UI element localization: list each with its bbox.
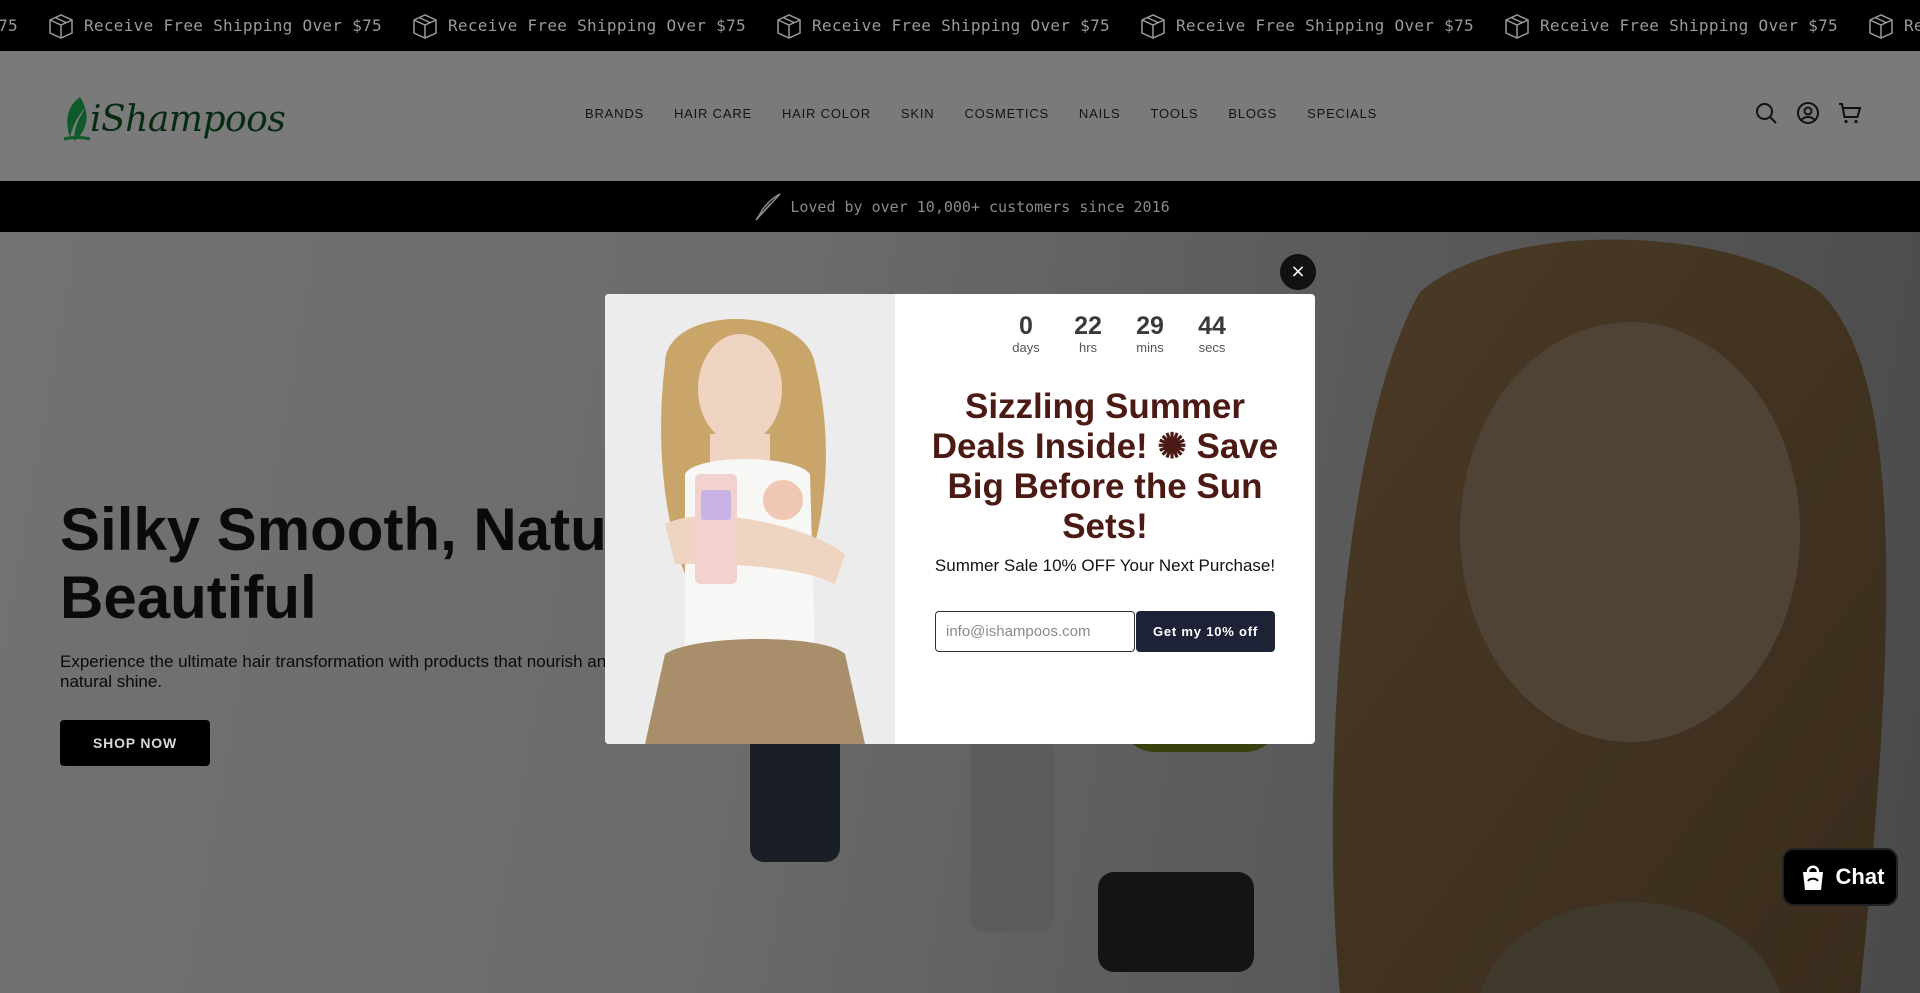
search-icon[interactable]	[1754, 101, 1778, 125]
countdown-hours-value: 22	[1074, 312, 1102, 340]
cart-icon[interactable]	[1838, 101, 1862, 125]
announcement-item: Receive Free Shipping Over $75	[1866, 11, 1920, 41]
announcement-text: Receive Free Shipping Over $75	[448, 16, 746, 35]
nav-cosmetics[interactable]: COSMETICS	[964, 106, 1048, 121]
countdown-days-value: 0	[1019, 312, 1033, 340]
box-icon	[49, 13, 73, 39]
countdown-days-label: days	[1012, 340, 1040, 355]
nav-blogs[interactable]: BLOGS	[1228, 106, 1277, 121]
box-icon	[777, 13, 801, 39]
countdown-days: 0 days	[995, 312, 1057, 356]
trust-text: Loved by over 10,000+ customers since 20…	[790, 197, 1170, 216]
announcement-text: Receive Free Shipping Over $75	[1540, 16, 1838, 35]
countdown-hours-label: hrs	[1078, 340, 1098, 355]
announcement-item: Receive Free Shipping Over $75	[410, 11, 774, 41]
get-discount-button[interactable]: Get my 10% off	[1136, 611, 1275, 652]
countdown-seconds-value: 44	[1198, 312, 1226, 340]
announcement-text: Receive Free Shipping Over $75	[1904, 16, 1920, 35]
product-jar-black	[1098, 872, 1254, 972]
nav-nails[interactable]: NAILS	[1079, 106, 1121, 121]
announcement-text: Receive Free Shipping Over $75	[0, 16, 18, 35]
nav-hair-color[interactable]: HAIR COLOR	[782, 106, 871, 121]
announcement-item: Receive Free Shipping Over $75	[46, 11, 410, 41]
announcement-bar: Receive Free Shipping Over $75 Receive Fr…	[0, 0, 1920, 51]
announcement-item: Receive Free Shipping Over $75	[774, 11, 1138, 41]
feather-icon	[755, 192, 781, 221]
announcement-item: Receive Free Shipping Over $75	[1502, 11, 1866, 41]
nav-specials[interactable]: SPECIALS	[1307, 106, 1377, 121]
modal-model-image	[605, 294, 895, 744]
countdown-seconds: 44 secs	[1181, 312, 1243, 356]
account-icon[interactable]	[1796, 101, 1820, 125]
countdown-timer: 0 days 22 hrs 29 mins 44 secs	[995, 312, 1243, 356]
countdown-minutes: 29 mins	[1119, 312, 1181, 356]
close-modal-button[interactable]: ×	[1280, 254, 1316, 290]
countdown-hours: 22 hrs	[1057, 312, 1119, 356]
announcement-text: Receive Free Shipping Over $75	[812, 16, 1110, 35]
main-nav: BRANDS HAIR CARE HAIR COLOR SKIN COSMETI…	[585, 106, 1407, 121]
countdown-minutes-value: 29	[1136, 312, 1164, 340]
chat-button[interactable]: Chat	[1782, 848, 1898, 906]
announcement-item: Receive Free Shipping Over $75	[1138, 11, 1502, 41]
trust-bar: Loved by over 10,000+ customers since 20…	[0, 181, 1920, 232]
modal-headline: Sizzling Summer Deals Inside! ✺ Save Big…	[931, 387, 1279, 546]
product-bottle-white	[970, 732, 1054, 932]
shop-now-button[interactable]: SHOP NOW	[60, 720, 210, 766]
box-icon	[1141, 13, 1165, 39]
countdown-seconds-label: secs	[1198, 340, 1226, 355]
leaf-logo-icon	[63, 97, 91, 141]
modal-content: 0 days 22 hrs 29 mins 44 secs Sizzling S…	[895, 294, 1315, 744]
shopping-bag-icon	[1802, 865, 1823, 890]
announcement-track: Receive Free Shipping Over $75 Receive Fr…	[0, 0, 1920, 51]
chat-label: Chat	[1835, 864, 1885, 889]
announcement-text: Receive Free Shipping Over $75	[1176, 16, 1474, 35]
box-icon	[1869, 13, 1893, 39]
announcement-item: Receive Free Shipping Over $75	[0, 11, 46, 41]
modal-subtext: Summer Sale 10% OFF Your Next Purchase!	[934, 556, 1276, 575]
nav-tools[interactable]: TOOLS	[1151, 106, 1199, 121]
box-icon	[413, 13, 437, 39]
countdown-minutes-label: mins	[1136, 340, 1164, 355]
promo-modal: 0 days 22 hrs 29 mins 44 secs Sizzling S…	[605, 294, 1315, 744]
logo[interactable]: iShampoos	[60, 91, 286, 147]
email-field[interactable]	[935, 611, 1135, 652]
nav-hair-care[interactable]: HAIR CARE	[674, 106, 752, 121]
nav-brands[interactable]: BRANDS	[585, 106, 644, 121]
box-icon	[1505, 13, 1529, 39]
nav-skin[interactable]: SKIN	[901, 106, 935, 121]
announcement-text: Receive Free Shipping Over $75	[84, 16, 382, 35]
header-icons	[1754, 101, 1862, 125]
site-header: iShampoos BRANDS HAIR CARE HAIR COLOR SK…	[0, 51, 1920, 181]
logo-text: iShampoos	[90, 98, 286, 140]
